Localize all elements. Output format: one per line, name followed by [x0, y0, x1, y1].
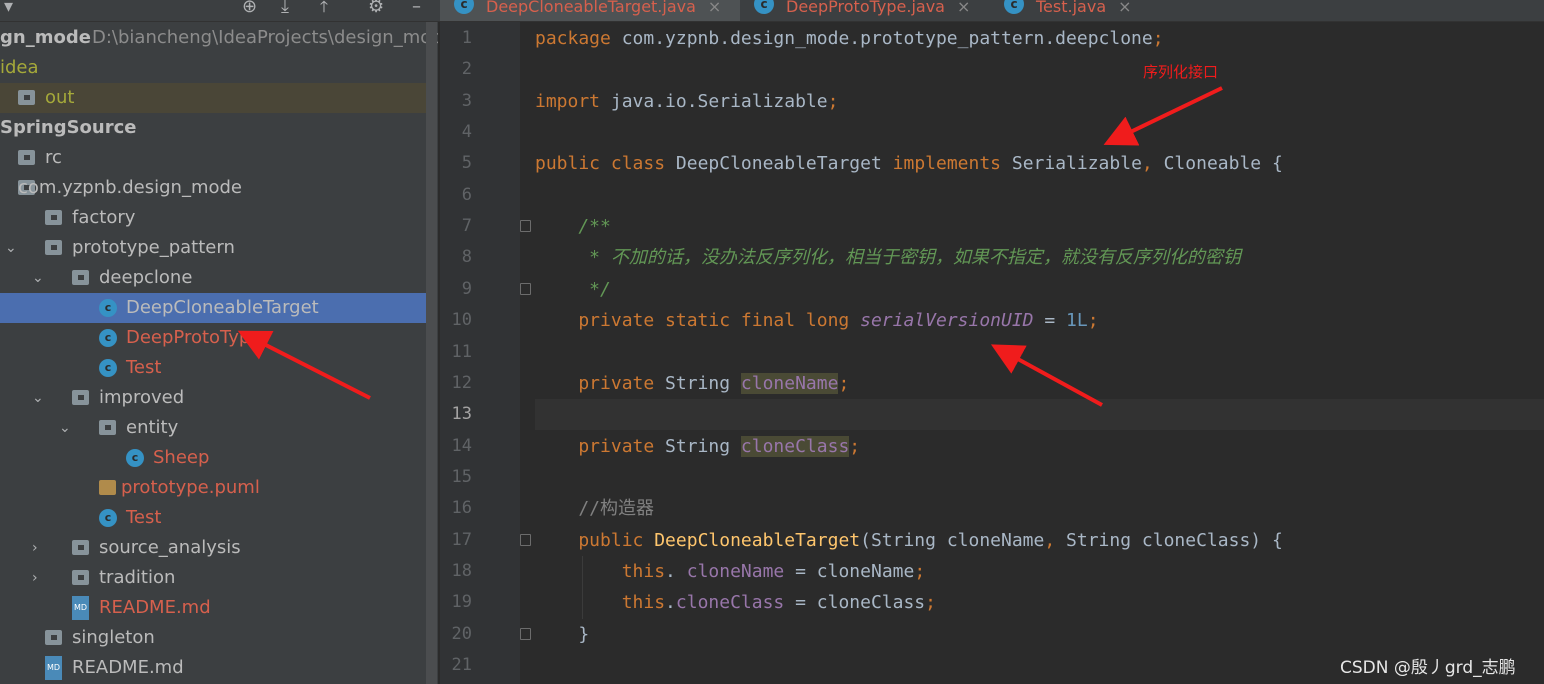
arrow-to-serialversionuid — [990, 344, 1103, 407]
annotation-arrows — [237, 86, 1223, 407]
arrow-to-serializable — [1103, 86, 1223, 146]
arrow-to-deepprototype — [237, 330, 371, 400]
